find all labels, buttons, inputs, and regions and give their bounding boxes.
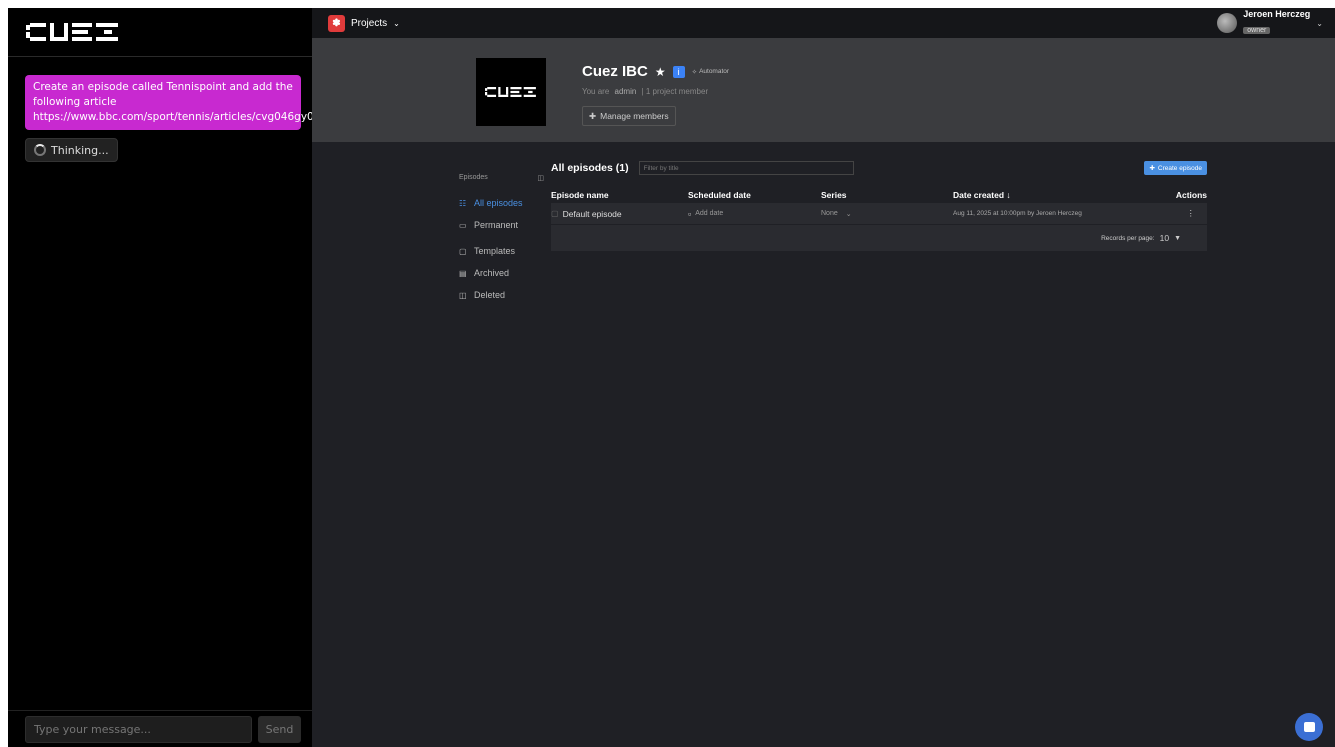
support-chat-button[interactable] bbox=[1295, 713, 1323, 741]
chat-logo-bar bbox=[8, 8, 312, 57]
project-title-row: Cuez IBC ★ i ✧ Automator bbox=[582, 63, 729, 80]
projects-menu[interactable]: ✽ Projects ⌄ bbox=[328, 14, 400, 32]
automator-icon: ✧ bbox=[691, 68, 698, 76]
members-count: | 1 project member bbox=[641, 87, 709, 96]
filter-input[interactable] bbox=[638, 161, 854, 175]
info-icon[interactable]: i bbox=[672, 65, 685, 78]
collapse-icon[interactable]: ◫ bbox=[537, 174, 544, 182]
trash-icon: ◫ bbox=[459, 290, 467, 300]
chevron-down-icon: ⌄ bbox=[1316, 18, 1323, 28]
plus-icon: ✚ bbox=[1149, 165, 1155, 172]
manage-members-button[interactable]: ✚ Manage members bbox=[582, 106, 676, 126]
series-value: None bbox=[821, 210, 838, 217]
column-header[interactable]: Scheduled date bbox=[688, 190, 821, 200]
project-logo-mark bbox=[485, 87, 536, 97]
nav-item-all-episodes[interactable]: ☷ All episodes bbox=[459, 192, 544, 214]
create-episode-button[interactable]: ✚ Create episode bbox=[1144, 161, 1207, 175]
more-actions-icon[interactable]: ⋮ bbox=[1161, 208, 1207, 219]
chat-message-input[interactable] bbox=[25, 715, 252, 743]
column-header: Actions bbox=[1175, 190, 1207, 200]
records-per-page-label: Records per page: bbox=[1101, 234, 1155, 242]
episodes-table: Episode name Scheduled date Series Date … bbox=[551, 187, 1207, 251]
role-prefix: You are bbox=[582, 87, 610, 96]
cuez-logo-mark bbox=[26, 23, 118, 41]
nav-label: Deleted bbox=[474, 290, 506, 300]
chat-panel: Create an episode called Tennispoint and… bbox=[8, 8, 334, 747]
automator-label: Automator bbox=[699, 68, 730, 75]
nav-item-archived[interactable]: ▤ Archived bbox=[459, 262, 544, 284]
folder-icon: ▭ bbox=[459, 220, 467, 230]
table-header: Episode name Scheduled date Series Date … bbox=[551, 187, 1207, 203]
project-header: Cuez IBC ★ i ✧ Automator You are admin |… bbox=[312, 38, 1335, 142]
nav-item-templates[interactable]: ▢ Templates bbox=[459, 240, 544, 262]
cuez-logo bbox=[26, 23, 120, 41]
nav-label: Archived bbox=[474, 268, 510, 278]
template-icon: ▢ bbox=[459, 246, 467, 256]
date-created: Aug 11, 2025 at 10:00pm by Jeroen Hercze… bbox=[953, 210, 1082, 217]
nav-label: All episodes bbox=[474, 198, 523, 208]
episodes-header: All episodes (1) ✚ Create episode bbox=[551, 159, 1207, 177]
archive-icon: ▤ bbox=[459, 268, 467, 278]
app-window: ✽ Projects ⌄ Jeroen Herczeg owner ⌄ Cuez… bbox=[312, 8, 1335, 747]
episode-name: Default episode bbox=[562, 208, 622, 219]
thinking-indicator: Thinking... bbox=[25, 138, 118, 162]
nav-label: Permanent bbox=[474, 220, 519, 230]
episodes-icon: ☷ bbox=[459, 198, 467, 208]
column-header[interactable]: Date created ↓ bbox=[953, 190, 1161, 200]
user-menu[interactable]: Jeroen Herczeg owner ⌄ bbox=[1217, 9, 1323, 37]
series-select[interactable]: None ⌄ bbox=[821, 210, 953, 218]
column-header[interactable]: Series bbox=[821, 190, 953, 200]
topbar: ✽ Projects ⌄ Jeroen Herczeg owner ⌄ bbox=[312, 8, 1335, 38]
calendar-icon: ▫ bbox=[688, 208, 692, 219]
episodes-panel: All episodes (1) ✚ Create episode Episod… bbox=[551, 159, 1207, 251]
project-title: Cuez IBC bbox=[582, 63, 648, 80]
projects-label: Projects bbox=[351, 17, 388, 29]
nav-item-permanent[interactable]: ▭ Permanent bbox=[459, 214, 544, 236]
create-episode-label: Create episode bbox=[1157, 164, 1202, 172]
add-user-icon: ✚ bbox=[589, 110, 597, 121]
nav-item-deleted[interactable]: ◫ Deleted bbox=[459, 284, 544, 306]
records-per-page-select[interactable]: 10 bbox=[1160, 233, 1169, 243]
column-header[interactable]: Episode name bbox=[551, 190, 688, 200]
scheduled-date-cell[interactable]: ▫ Add date bbox=[688, 209, 821, 219]
nav-header-label: Episodes bbox=[459, 174, 488, 181]
episode-name-cell[interactable]: ▢ Default episode bbox=[551, 209, 688, 219]
chevron-down-icon: ⌄ bbox=[393, 18, 400, 28]
table-row[interactable]: ▢ Default episode ▫ Add date None ⌄ Aug … bbox=[551, 203, 1207, 225]
file-icon: ▢ bbox=[551, 209, 559, 218]
project-logo bbox=[476, 58, 546, 126]
star-icon[interactable]: ★ bbox=[655, 65, 666, 79]
pagination: Records per page: 10 ▼ bbox=[551, 225, 1207, 251]
manage-members-label: Manage members bbox=[600, 111, 669, 121]
avatar bbox=[1217, 13, 1238, 33]
add-date-label: Add date bbox=[695, 210, 724, 217]
episodes-title: All episodes (1) bbox=[551, 162, 629, 174]
user-message-bubble: Create an episode called Tennispoint and… bbox=[25, 75, 334, 130]
send-button[interactable]: Send bbox=[258, 715, 301, 743]
app-logo-icon: ✽ bbox=[328, 14, 345, 32]
chat-input-row: Send bbox=[8, 710, 312, 747]
spinner-icon bbox=[34, 144, 46, 156]
user-role-badge: owner bbox=[1243, 27, 1271, 34]
role-value: admin bbox=[614, 87, 637, 96]
chat-bubble-icon bbox=[1303, 722, 1315, 732]
chevron-down-icon: ⌄ bbox=[845, 210, 852, 218]
nav-header: Episodes ◫ bbox=[459, 174, 544, 182]
user-name: Jeroen Herczeg bbox=[1243, 9, 1311, 19]
thinking-label: Thinking... bbox=[51, 143, 109, 157]
automator-badge[interactable]: ✧ Automator bbox=[692, 68, 729, 76]
project-meta: You are admin | 1 project member bbox=[582, 87, 708, 96]
episodes-nav: Episodes ◫ ☷ All episodes ▭ Permanent ▢ … bbox=[459, 174, 544, 306]
caret-down-icon[interactable]: ▼ bbox=[1174, 235, 1181, 242]
nav-label: Templates bbox=[474, 246, 516, 256]
